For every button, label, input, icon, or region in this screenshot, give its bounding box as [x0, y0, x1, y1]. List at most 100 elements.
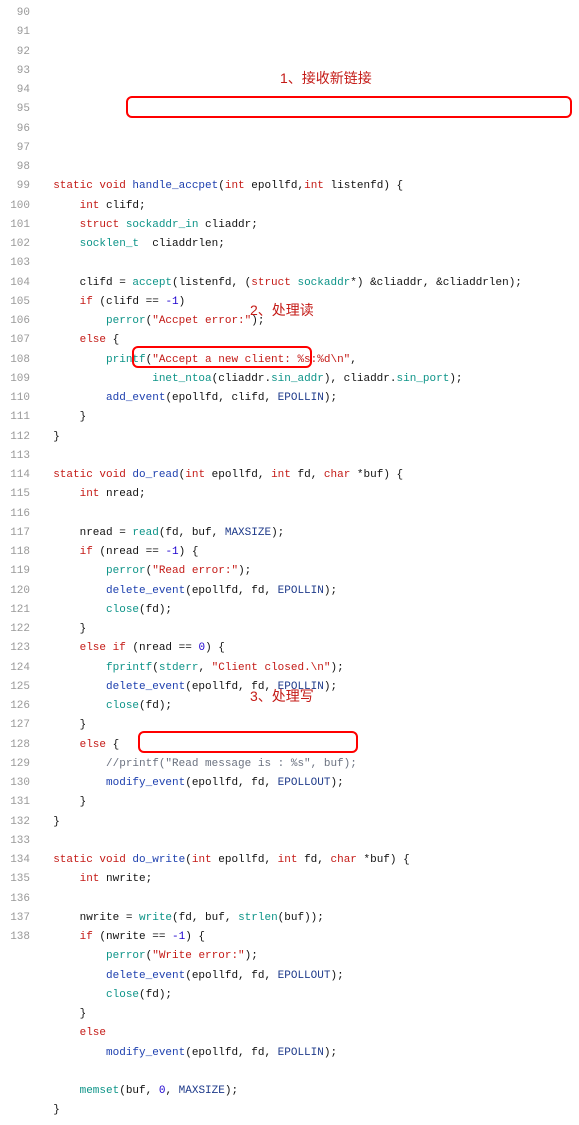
line-number: 103: [0, 254, 30, 273]
code-line: static void do_write(int epollfd, int fd…: [40, 851, 579, 870]
line-number: 97: [0, 139, 30, 158]
line-numbers-gutter: 9091929394959697989910010110210310410510…: [0, 4, 40, 1121]
code-line: }: [40, 1101, 579, 1120]
line-number: 112: [0, 428, 30, 447]
annotation-2: 2、处理读: [250, 298, 314, 323]
line-number: 121: [0, 601, 30, 620]
line-number: 115: [0, 485, 30, 504]
code-line: }: [40, 408, 579, 427]
code-line: nread = read(fd, buf, MAXSIZE);: [40, 524, 579, 543]
line-number: 100: [0, 197, 30, 216]
code-line: else {: [40, 331, 579, 350]
line-number: 127: [0, 716, 30, 735]
line-number: 137: [0, 909, 30, 928]
code-line: delete_event(epollfd, fd, EPOLLIN);: [40, 582, 579, 601]
line-number: 129: [0, 755, 30, 774]
line-number: 105: [0, 293, 30, 312]
line-number: 120: [0, 582, 30, 601]
code-line: printf("Accept a new client: %s:%d\n",: [40, 351, 579, 370]
line-number: 101: [0, 216, 30, 235]
line-number: 130: [0, 774, 30, 793]
code-line: add_event(epollfd, clifd, EPOLLIN);: [40, 389, 579, 408]
code-line: clifd = accept(listenfd, (struct sockadd…: [40, 274, 579, 293]
code-line: else if (nread == 0) {: [40, 639, 579, 658]
code-line: socklen_t cliaddrlen;: [40, 235, 579, 254]
line-number: 124: [0, 659, 30, 678]
line-number: 99: [0, 177, 30, 196]
code-line: fprintf(stderr, "Client closed.\n");: [40, 659, 579, 678]
code-line: modify_event(epollfd, fd, EPOLLIN);: [40, 1044, 579, 1063]
line-number: 123: [0, 639, 30, 658]
code-line: if (nwrite == -1) {: [40, 928, 579, 947]
code-line: [40, 505, 579, 524]
code-line: }: [40, 813, 579, 832]
line-number: 98: [0, 158, 30, 177]
code-line: [40, 447, 579, 466]
code-line: [40, 890, 579, 909]
line-number: 107: [0, 331, 30, 350]
line-number: 106: [0, 312, 30, 331]
code-line: }: [40, 793, 579, 812]
line-number: 132: [0, 813, 30, 832]
code-line: int clifd;: [40, 197, 579, 216]
line-number: 91: [0, 23, 30, 42]
code-line: [40, 832, 579, 851]
annotation-1: 1、接收新链接: [280, 66, 372, 91]
code-line: //printf("Read message is : %s", buf);: [40, 755, 579, 774]
annotation-3: 3、处理写: [250, 684, 314, 709]
line-number: 134: [0, 851, 30, 870]
code-line: }: [40, 716, 579, 735]
code-line: static void do_read(int epollfd, int fd,…: [40, 466, 579, 485]
line-number: 93: [0, 62, 30, 81]
code-line: [40, 1063, 579, 1082]
code-line: int nread;: [40, 485, 579, 504]
line-number: 104: [0, 274, 30, 293]
line-number: 133: [0, 832, 30, 851]
line-number: 113: [0, 447, 30, 466]
code-line: }: [40, 620, 579, 639]
line-number: 119: [0, 562, 30, 581]
code-line: }: [40, 1005, 579, 1024]
code-line: nwrite = write(fd, buf, strlen(buf));: [40, 909, 579, 928]
code-content: 1、接收新链接 2、处理读 3、处理写 static void handle_a…: [40, 4, 579, 1121]
line-number: 102: [0, 235, 30, 254]
line-number: 136: [0, 890, 30, 909]
line-number: 135: [0, 870, 30, 889]
line-number: 109: [0, 370, 30, 389]
highlight-box-accept: [126, 96, 572, 118]
line-number: 96: [0, 120, 30, 139]
code-line: else {: [40, 736, 579, 755]
line-number: 128: [0, 736, 30, 755]
code-line: if (nread == -1) {: [40, 543, 579, 562]
line-number: 126: [0, 697, 30, 716]
line-number: 92: [0, 43, 30, 62]
line-number: 125: [0, 678, 30, 697]
code-line: close(fd);: [40, 601, 579, 620]
line-number: 108: [0, 351, 30, 370]
code-line: perror("Write error:");: [40, 947, 579, 966]
line-number: 118: [0, 543, 30, 562]
code-line: else: [40, 1024, 579, 1043]
line-number: 117: [0, 524, 30, 543]
line-number: 111: [0, 408, 30, 427]
line-number: 94: [0, 81, 30, 100]
line-number: 95: [0, 100, 30, 119]
line-number: 116: [0, 505, 30, 524]
code-line: delete_event(epollfd, fd, EPOLLOUT);: [40, 967, 579, 986]
line-number: 114: [0, 466, 30, 485]
line-number: 122: [0, 620, 30, 639]
code-line: struct sockaddr_in cliaddr;: [40, 216, 579, 235]
code-viewer: 9091929394959697989910010110210310410510…: [0, 4, 579, 1121]
code-line: inet_ntoa(cliaddr.sin_addr), cliaddr.sin…: [40, 370, 579, 389]
line-number: 90: [0, 4, 30, 23]
line-number: 138: [0, 928, 30, 947]
code-line: perror("Read error:");: [40, 562, 579, 581]
code-line: static void handle_accpet(int epollfd,in…: [40, 177, 579, 196]
line-number: 131: [0, 793, 30, 812]
code-line: }: [40, 428, 579, 447]
code-line: [40, 254, 579, 273]
code-line: memset(buf, 0, MAXSIZE);: [40, 1082, 579, 1101]
code-line: modify_event(epollfd, fd, EPOLLOUT);: [40, 774, 579, 793]
code-line: int nwrite;: [40, 870, 579, 889]
line-number: 110: [0, 389, 30, 408]
